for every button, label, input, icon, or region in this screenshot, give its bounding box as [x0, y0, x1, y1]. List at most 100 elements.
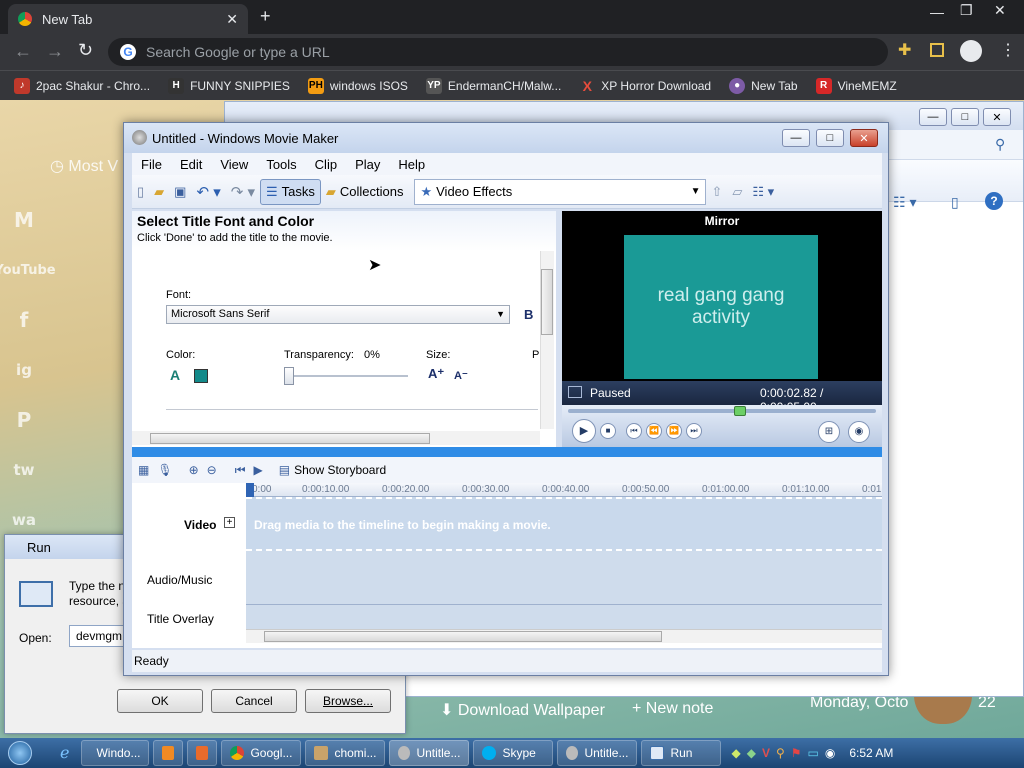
- close-window-button[interactable]: ✕: [994, 2, 1006, 19]
- pane-splitter[interactable]: [132, 447, 882, 457]
- bookmark-item[interactable]: ♪ 2pac Shakur - Chro...: [14, 77, 150, 94]
- new-tab-button[interactable]: +: [260, 6, 271, 27]
- close-icon[interactable]: ✕: [226, 11, 238, 28]
- menu-help[interactable]: Help: [389, 157, 434, 172]
- taskbar-item-movie-maker[interactable]: Untitle...: [389, 740, 470, 766]
- bookmark-item[interactable]: R VineMEMZ: [815, 77, 897, 94]
- menu-view[interactable]: View: [211, 157, 257, 172]
- ie-icon[interactable]: ℯ: [60, 743, 69, 763]
- menu-clip[interactable]: Clip: [306, 157, 346, 172]
- start-button[interactable]: [0, 738, 40, 768]
- menu-icon[interactable]: ⋮: [1000, 40, 1016, 60]
- view-icon[interactable]: ☷ ▾: [893, 194, 916, 211]
- rewind-button[interactable]: ⏪: [646, 423, 662, 439]
- download-wallpaper-link[interactable]: ⬇ Download Wallpaper: [440, 700, 605, 720]
- tray-icon[interactable]: V: [762, 746, 770, 760]
- new-folder-icon[interactable]: ▱: [727, 179, 747, 205]
- back-icon[interactable]: ←: [14, 41, 32, 62]
- collections-button[interactable]: ▰ Collections: [321, 179, 409, 205]
- bookmark-item[interactable]: ● New Tab: [729, 77, 798, 94]
- taskbar-item-chrome[interactable]: Googl...: [221, 740, 302, 766]
- font-dropdown[interactable]: Microsoft Sans Serif ▼: [166, 305, 510, 324]
- menu-play[interactable]: Play: [346, 157, 389, 172]
- bookmark-item[interactable]: YP EndermanCH/Malw...: [425, 77, 561, 94]
- omnibox[interactable]: G Search Google or type a URL: [108, 38, 888, 66]
- taskbar-item-chomi[interactable]: chomi...: [305, 740, 386, 766]
- open-folder-icon[interactable]: ▰: [149, 179, 169, 205]
- search-icon[interactable]: ⚲: [995, 136, 1005, 153]
- minimize-button[interactable]: —: [930, 4, 944, 20]
- taskbar-item-paint[interactable]: [187, 740, 218, 766]
- storyboard-icon[interactable]: ▦: [138, 463, 149, 477]
- extensions-icon[interactable]: ✚: [898, 40, 911, 60]
- audio-track[interactable]: [246, 551, 882, 605]
- tray-icon[interactable]: ◆: [731, 746, 740, 760]
- new-note-link[interactable]: + New note: [632, 700, 713, 718]
- ok-button[interactable]: OK: [117, 689, 203, 713]
- effects-dropdown[interactable]: ★ Video Effects ▼: [414, 178, 707, 205]
- text-color-icon[interactable]: A: [170, 367, 180, 383]
- close-button[interactable]: ✕: [850, 129, 878, 147]
- vertical-scrollbar-thumb[interactable]: [541, 269, 553, 335]
- preview-pane-icon[interactable]: ▯: [951, 194, 959, 211]
- tray-icon[interactable]: ⚲: [776, 746, 785, 760]
- reload-icon[interactable]: ↻: [78, 40, 93, 61]
- sidepanel-icon[interactable]: [930, 43, 944, 57]
- taskbar-item-skype[interactable]: Skype: [473, 740, 554, 766]
- maximize-button[interactable]: □: [816, 129, 844, 147]
- play-timeline-icon[interactable]: ▶: [254, 463, 263, 477]
- decrease-size-icon[interactable]: A⁻: [454, 369, 468, 382]
- tab-new-tab[interactable]: New Tab ✕: [8, 4, 248, 34]
- volume-icon[interactable]: ◉: [825, 746, 835, 760]
- zoom-out-icon[interactable]: ⊖: [207, 463, 217, 477]
- clock[interactable]: 6:52 AM: [849, 746, 893, 760]
- help-icon[interactable]: ?: [985, 192, 1003, 210]
- zoom-in-icon[interactable]: ⊕: [189, 463, 199, 477]
- bookmark-item[interactable]: H FUNNY SNIPPIES: [168, 77, 290, 94]
- forward-icon[interactable]: →: [46, 41, 64, 62]
- bookmark-item[interactable]: X XP Horror Download: [579, 78, 712, 94]
- seek-bar-thumb[interactable]: [734, 406, 747, 416]
- menu-edit[interactable]: Edit: [171, 157, 211, 172]
- bookmark-item[interactable]: PH windows ISOS: [307, 77, 408, 94]
- menu-file[interactable]: File: [132, 157, 171, 172]
- timeline-scrollbar-thumb[interactable]: [264, 631, 662, 642]
- new-project-icon[interactable]: ▯: [132, 179, 149, 205]
- title-overlay-track[interactable]: [246, 605, 882, 629]
- camera-icon[interactable]: ◉: [848, 421, 870, 443]
- bold-button[interactable]: B: [524, 307, 533, 322]
- tray-icon[interactable]: ▭: [808, 746, 819, 760]
- minimize-button[interactable]: —: [782, 129, 810, 147]
- cancel-button[interactable]: Cancel: [211, 689, 297, 713]
- transparency-slider-thumb[interactable]: [284, 367, 294, 385]
- restore-button[interactable]: ❐: [960, 2, 973, 19]
- menu-tools[interactable]: Tools: [257, 157, 305, 172]
- minimize-button[interactable]: —: [919, 108, 947, 126]
- show-storyboard-button[interactable]: ▤ Show Storyboard: [279, 463, 386, 477]
- fast-forward-button[interactable]: ⏩: [666, 423, 682, 439]
- tasks-button[interactable]: ☰ Tasks: [259, 178, 321, 205]
- profile-avatar[interactable]: [960, 40, 982, 62]
- narrate-icon[interactable]: 🎙: [157, 463, 172, 477]
- redo-icon[interactable]: ↷ ▾: [226, 179, 260, 205]
- next-frame-button[interactable]: ⏭: [686, 423, 702, 439]
- views-icon[interactable]: ☷ ▾: [747, 179, 779, 205]
- expand-icon[interactable]: +: [224, 517, 235, 528]
- taskbar-item-untitled[interactable]: Untitle...: [557, 740, 638, 766]
- up-folder-icon[interactable]: ⇧: [706, 179, 727, 205]
- seek-bar[interactable]: [568, 409, 876, 413]
- horizontal-scrollbar-thumb[interactable]: [150, 433, 430, 444]
- undo-icon[interactable]: ↶ ▾: [191, 179, 225, 205]
- taskbar-item-explorer[interactable]: Windo...: [81, 740, 150, 766]
- close-button[interactable]: ✕: [983, 108, 1011, 126]
- transparency-slider[interactable]: [284, 375, 408, 377]
- maximize-button[interactable]: □: [951, 108, 979, 126]
- save-icon[interactable]: ▣: [169, 179, 191, 205]
- stop-button[interactable]: ■: [600, 423, 616, 439]
- increase-size-icon[interactable]: A⁺: [428, 366, 444, 382]
- tray-icon[interactable]: ◆: [747, 746, 756, 760]
- tray-icon[interactable]: ⚑: [791, 746, 802, 760]
- taskbar-item-media[interactable]: [153, 740, 184, 766]
- split-clip-button[interactable]: ⊞: [818, 421, 840, 443]
- previous-frame-button[interactable]: ⏮: [626, 423, 642, 439]
